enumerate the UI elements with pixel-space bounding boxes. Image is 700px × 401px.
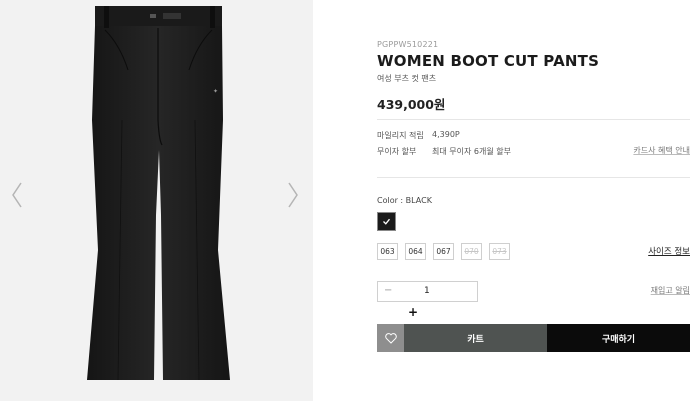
product-info-panel: PGPPW510221 WOMEN BOOT CUT PANTS 여성 부츠 컷… [377, 0, 690, 401]
size-option-064[interactable]: 064 [405, 243, 426, 260]
installment-label: 무이자 할부 [377, 147, 417, 156]
product-subtitle: 여성 부츠 컷 팬츠 [377, 74, 437, 83]
size-option-073[interactable]: 073 [489, 243, 510, 260]
installment-value: 최대 무이자 6개월 할부 [432, 147, 511, 156]
buy-now-button[interactable]: 구매하기 [547, 324, 690, 352]
quantity-value[interactable]: 1 [424, 286, 430, 296]
heart-icon [384, 332, 397, 344]
mileage-label: 마일리지 적립 [377, 131, 424, 140]
color-swatch-black[interactable] [377, 212, 396, 231]
product-sku: PGPPW510221 [377, 40, 439, 49]
product-title: WOMEN BOOT CUT PANTS [377, 52, 600, 70]
prev-image-arrow-icon[interactable] [8, 180, 26, 210]
divider [377, 119, 690, 120]
next-image-arrow-icon[interactable] [284, 180, 302, 210]
svg-text:✦: ✦ [213, 88, 218, 95]
quantity-minus-button[interactable]: − [384, 285, 392, 296]
size-options: 063 064 067 070 073 [377, 243, 510, 260]
product-price: 439,000원 [377, 97, 446, 112]
wishlist-button[interactable] [377, 324, 404, 352]
size-option-067[interactable]: 067 [433, 243, 454, 260]
quantity-plus-button[interactable]: + [408, 305, 418, 319]
mileage-value: 4,390P [432, 130, 460, 139]
check-icon [383, 218, 391, 225]
product-image: ✦ [87, 6, 230, 381]
color-label: Color : BLACK [377, 196, 432, 205]
size-option-070[interactable]: 070 [461, 243, 482, 260]
restock-alert-link[interactable]: 재입고 알림 [651, 285, 690, 296]
divider [377, 177, 690, 178]
card-benefit-link[interactable]: 카드사 혜택 안내 [633, 145, 690, 156]
size-guide-link[interactable]: 사이즈 정보 [648, 245, 690, 257]
product-gallery: ✦ [0, 0, 313, 401]
size-option-063[interactable]: 063 [377, 243, 398, 260]
add-to-cart-button[interactable]: 카트 [404, 324, 547, 352]
quantity-stepper: − 1 [377, 281, 478, 302]
